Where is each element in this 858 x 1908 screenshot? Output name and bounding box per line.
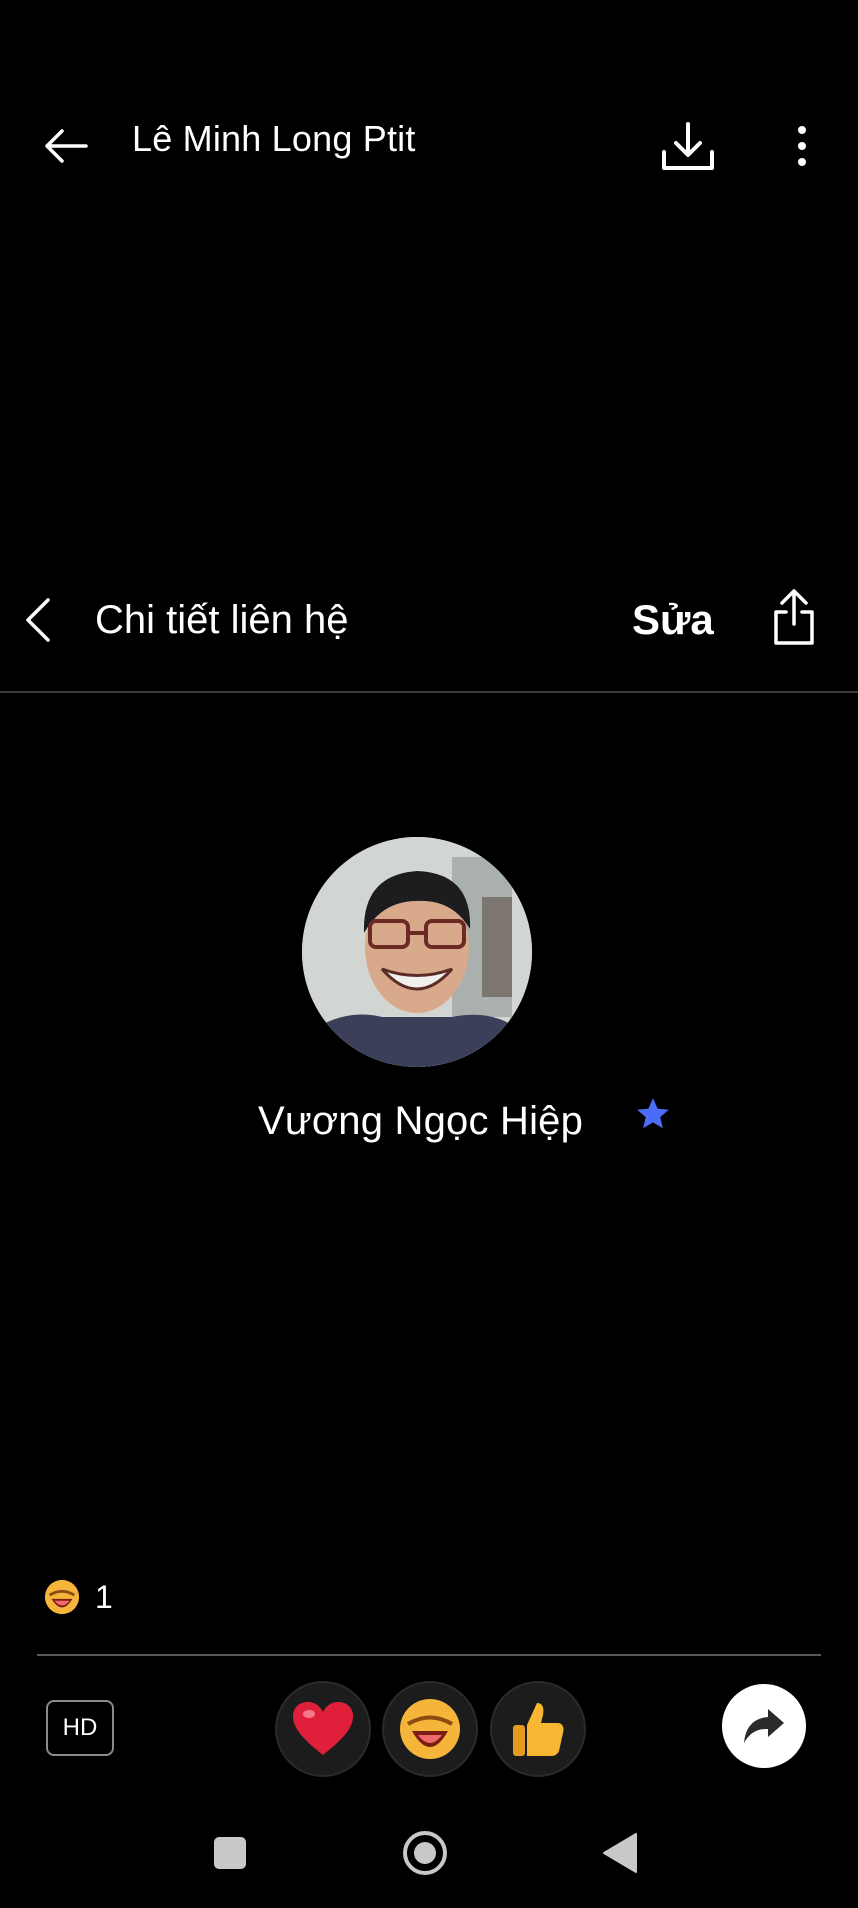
laugh-icon	[44, 1579, 80, 1615]
heart-reaction-button[interactable]	[275, 1681, 371, 1777]
like-reaction-button[interactable]	[490, 1681, 586, 1777]
reaction-count: 1	[95, 1579, 113, 1615]
sender-title: Lê Minh Long Ptit	[132, 118, 416, 159]
home-button[interactable]	[402, 1830, 448, 1876]
chevron-left-icon	[18, 592, 58, 648]
recent-apps-button[interactable]	[214, 1837, 246, 1869]
hd-button[interactable]: HD	[46, 1700, 114, 1756]
heart-icon	[293, 1702, 353, 1755]
forward-button[interactable]	[722, 1684, 806, 1768]
contact-name: Vương Ngọc Hiệp	[258, 1099, 584, 1143]
nav-back-button[interactable]	[600, 1832, 638, 1874]
star-icon	[632, 1093, 674, 1135]
contact-details-title: Chi tiết liên hệ	[95, 598, 349, 642]
reaction-summary[interactable]: 1	[43, 1577, 113, 1617]
image-viewer: Lê Minh Long Ptit Chi tiết liên hệ Sửa V…	[0, 0, 858, 1908]
forward-icon	[744, 1709, 784, 1743]
download-icon[interactable]	[655, 115, 721, 181]
reaction-divider	[37, 1654, 821, 1656]
edit-label: Sửa	[632, 596, 714, 643]
more-vertical-icon[interactable]	[780, 118, 824, 174]
avatar	[302, 837, 532, 1067]
back-arrow-icon[interactable]	[38, 118, 94, 174]
header-divider	[0, 691, 858, 693]
laugh-icon	[400, 1699, 460, 1759]
laugh-reaction-button[interactable]	[382, 1681, 478, 1777]
thumbs-up-icon	[513, 1703, 564, 1756]
share-icon	[768, 584, 820, 650]
